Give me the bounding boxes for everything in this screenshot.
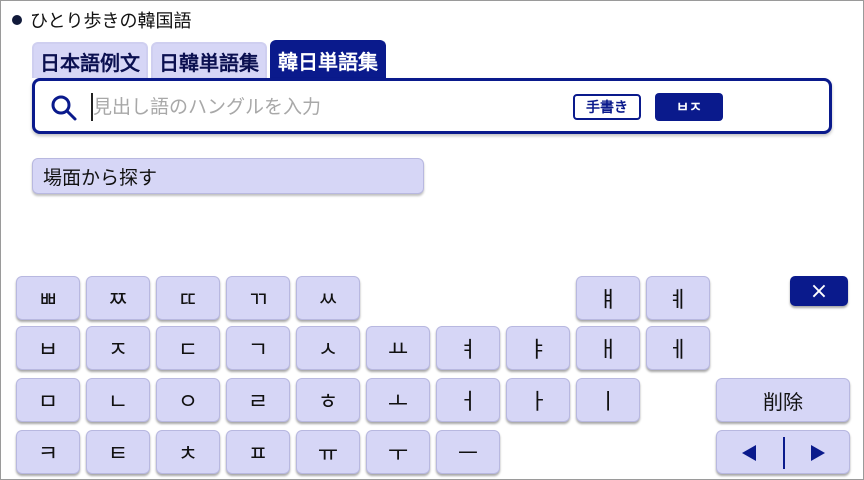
close-button[interactable]: × — [790, 276, 848, 306]
close-icon: × — [809, 278, 829, 304]
key-i[interactable]: ㅣ — [576, 378, 640, 422]
handwriting-button[interactable]: 手書き — [573, 94, 641, 120]
key-hieut[interactable]: ㅎ — [296, 378, 360, 422]
key-kieuk[interactable]: ㅋ — [16, 430, 80, 474]
key-ssangdigeut[interactable]: ㄸ — [156, 276, 220, 320]
key-eu[interactable]: ㅡ — [436, 430, 500, 474]
delete-button[interactable]: 削除 — [716, 378, 850, 422]
arrow-right-icon — [811, 445, 825, 461]
key-ieung[interactable]: ㅇ — [156, 378, 220, 422]
search-box: 手書き ㅂㅈ — [32, 78, 832, 134]
key-ae[interactable]: ㅐ — [576, 326, 640, 370]
key-ssangjieut[interactable]: ㅉ — [86, 276, 150, 320]
key-eo[interactable]: ㅓ — [436, 378, 500, 422]
key-yeo[interactable]: ㅕ — [436, 326, 500, 370]
search-by-scene-button[interactable]: 場面から探す — [32, 158, 424, 194]
bullet-icon — [12, 15, 22, 25]
key-yu[interactable]: ㅠ — [296, 430, 360, 474]
tab-japanese-phrases[interactable]: 日本語例文 — [32, 42, 148, 78]
key-ssangbieup[interactable]: ㅃ — [16, 276, 80, 320]
cursor-right-button[interactable] — [784, 431, 850, 475]
search-icon — [51, 95, 77, 121]
key-rieul[interactable]: ㄹ — [226, 378, 290, 422]
key-jieut[interactable]: ㅈ — [86, 326, 150, 370]
key-digeut[interactable]: ㄷ — [156, 326, 220, 370]
key-chieut[interactable]: ㅊ — [156, 430, 220, 474]
key-o[interactable]: ㅗ — [366, 378, 430, 422]
arrow-left-icon — [742, 445, 756, 461]
key-giyeok[interactable]: ㄱ — [226, 326, 290, 370]
key-yae[interactable]: ㅒ — [576, 276, 640, 320]
tab-japanese-korean-glossary[interactable]: 日韓単語集 — [151, 42, 267, 78]
hangul-input-button[interactable]: ㅂㅈ — [655, 93, 723, 121]
key-bieup[interactable]: ㅂ — [16, 326, 80, 370]
key-tieut[interactable]: ㅌ — [86, 430, 150, 474]
tab-bar: 日本語例文 日韓単語集 韓日単語集 — [32, 40, 389, 78]
key-a[interactable]: ㅏ — [506, 378, 570, 422]
key-ssanggiyeok[interactable]: ㄲ — [226, 276, 290, 320]
key-u[interactable]: ㅜ — [366, 430, 430, 474]
app-title-text: ひとり歩きの韓国語 — [30, 11, 192, 32]
search-input[interactable] — [93, 89, 563, 125]
cursor-arrow-keys — [716, 430, 850, 474]
cursor-left-button[interactable] — [717, 431, 783, 475]
key-ssangsiot[interactable]: ㅆ — [296, 276, 360, 320]
key-e[interactable]: ㅔ — [646, 326, 710, 370]
key-ye[interactable]: ㅖ — [646, 276, 710, 320]
key-yo[interactable]: ㅛ — [366, 326, 430, 370]
key-pieup[interactable]: ㅍ — [226, 430, 290, 474]
app-title: ひとり歩きの韓国語 — [12, 6, 191, 34]
key-ya[interactable]: ㅑ — [506, 326, 570, 370]
tab-korean-japanese-glossary[interactable]: 韓日単語集 — [270, 40, 386, 78]
key-mieum[interactable]: ㅁ — [16, 378, 80, 422]
key-nieun[interactable]: ㄴ — [86, 378, 150, 422]
key-siot[interactable]: ㅅ — [296, 326, 360, 370]
